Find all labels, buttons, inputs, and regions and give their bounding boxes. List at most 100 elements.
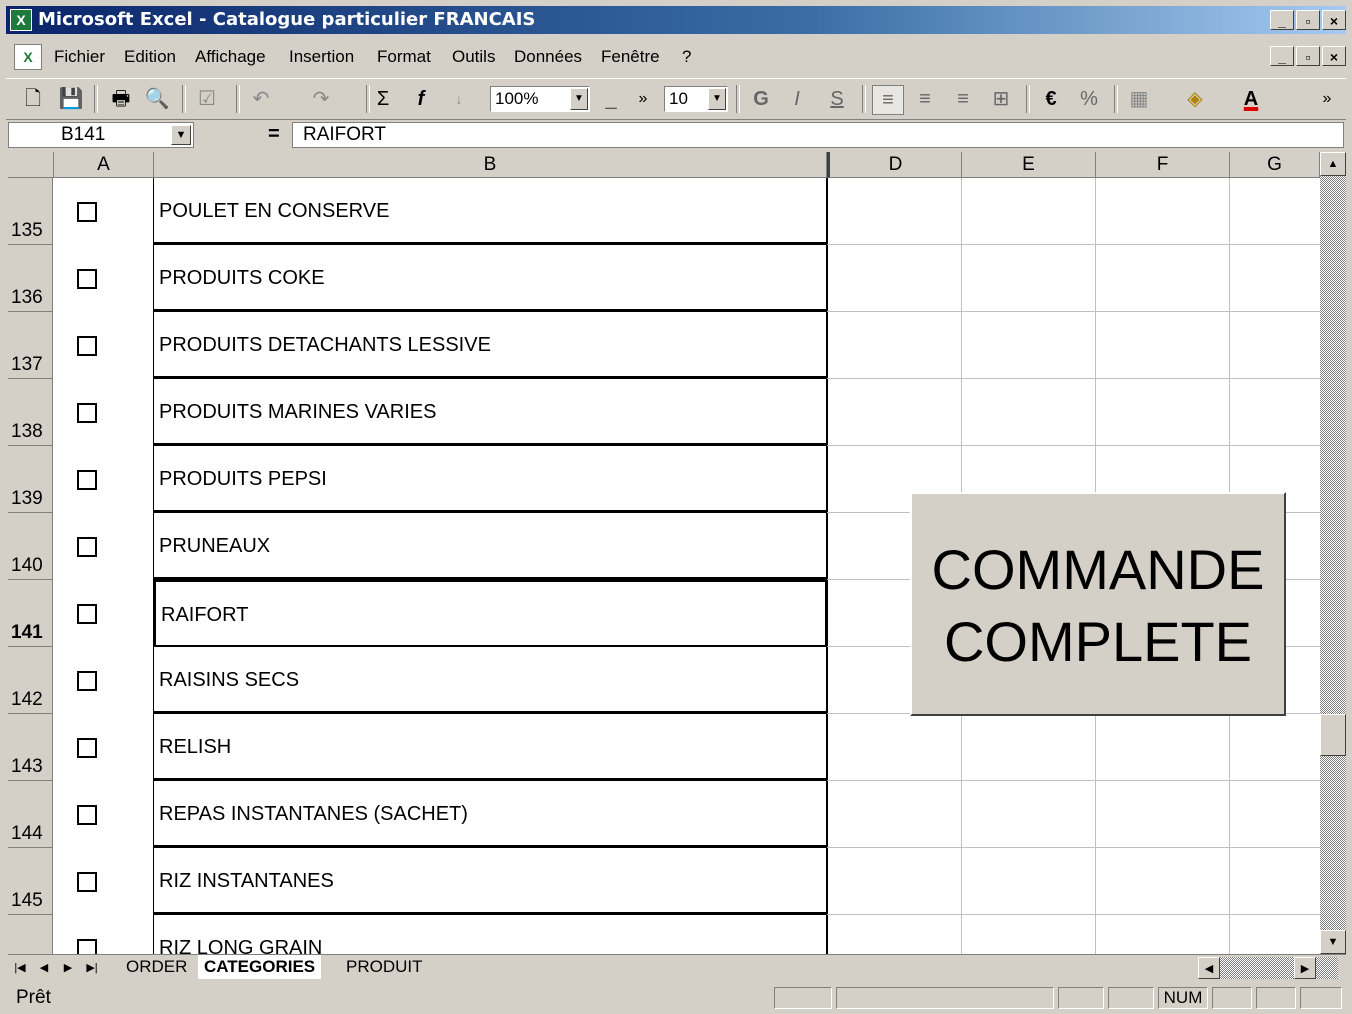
row-header[interactable]: 136	[8, 245, 53, 312]
order-checkbox[interactable]	[77, 872, 97, 892]
function-icon[interactable]: f	[406, 85, 436, 113]
menu-help[interactable]: ?	[682, 47, 691, 67]
last-sheet-icon[interactable]: ▶|	[82, 959, 102, 977]
excel-app-icon[interactable]: X	[10, 9, 32, 31]
align-right-icon[interactable]: ≡	[948, 85, 978, 113]
order-checkbox[interactable]	[77, 604, 97, 624]
category-cell[interactable]: RAISINS SECS	[154, 647, 827, 714]
euro-icon[interactable]: €	[1036, 85, 1066, 113]
tab-categories[interactable]: CATEGORIES	[198, 955, 322, 979]
menu-fichier[interactable]: Fichier	[54, 47, 105, 67]
fill-color-icon[interactable]: ◈	[1180, 85, 1210, 113]
column-header-b[interactable]: B	[154, 152, 827, 178]
menu-outils[interactable]: Outils	[452, 47, 495, 67]
order-checkbox[interactable]	[77, 336, 97, 356]
column-header-d[interactable]: D	[827, 152, 962, 178]
row-header[interactable]	[8, 915, 53, 954]
align-center-icon[interactable]: ≡	[910, 85, 940, 113]
formula-equals[interactable]: =	[268, 123, 280, 146]
doc-restore-button[interactable]: ▫	[1296, 46, 1320, 66]
scroll-right-icon[interactable]: ▶	[1294, 957, 1316, 979]
prev-sheet-icon[interactable]: ◀	[34, 959, 54, 977]
draw-line-icon[interactable]: _	[596, 85, 626, 113]
spelling-icon[interactable]: ☑	[192, 85, 222, 113]
category-cell[interactable]: PRODUITS COKE	[154, 245, 827, 312]
category-cell[interactable]: PRUNEAUX	[154, 513, 827, 580]
category-cell[interactable]: PRODUITS PEPSI	[154, 446, 827, 513]
menu-fenetre[interactable]: Fenêtre	[601, 47, 660, 67]
menu-donnees[interactable]: Données	[514, 47, 582, 67]
chevron-down-icon[interactable]: ▼	[708, 88, 726, 110]
row-header[interactable]: 142	[8, 647, 53, 714]
worksheet-grid[interactable]: A B D E F G 135 POULET EN CONSERVE 136 PROD…	[8, 152, 1320, 954]
category-cell[interactable]: RELISH	[154, 714, 827, 781]
category-cell[interactable]: REPAS INSTANTANES (SACHET)	[154, 781, 827, 848]
autosum-icon[interactable]: Σ	[368, 85, 398, 113]
commande-complete-button[interactable]: COMMANDE COMPLETE	[910, 492, 1286, 716]
menu-insertion[interactable]: Insertion	[289, 47, 354, 67]
undo-icon[interactable]: ↶	[246, 85, 276, 113]
borders-icon[interactable]: ▦	[1124, 85, 1154, 113]
order-checkbox[interactable]	[77, 805, 97, 825]
italic-icon[interactable]: I	[782, 85, 812, 113]
new-icon[interactable]: 🗋	[18, 85, 48, 113]
scroll-down-icon[interactable]: ▼	[1320, 930, 1346, 954]
first-sheet-icon[interactable]: |◀	[10, 959, 30, 977]
row-header[interactable]: 138	[8, 379, 53, 446]
tab-order[interactable]: ORDER	[120, 955, 193, 979]
category-cell[interactable]: POULET EN CONSERVE	[154, 178, 827, 245]
next-sheet-icon[interactable]: ▶	[58, 959, 78, 977]
category-cell[interactable]: PRODUITS MARINES VARIES	[154, 379, 827, 446]
order-checkbox[interactable]	[77, 470, 97, 490]
maximize-button[interactable]: ▫	[1296, 10, 1320, 30]
align-left-icon[interactable]: ≡	[872, 85, 904, 115]
bold-icon[interactable]: G	[746, 85, 776, 113]
column-header-a[interactable]: A	[54, 152, 154, 178]
redo-icon[interactable]: ↷	[306, 85, 336, 113]
name-box[interactable]: B141 ▼	[8, 122, 194, 148]
row-header[interactable]: 143	[8, 714, 53, 781]
category-cell[interactable]: RIZ LONG GRAIN	[154, 915, 827, 954]
minimize-button[interactable]: _	[1270, 10, 1294, 30]
row-header[interactable]: 140	[8, 513, 53, 580]
formula-input[interactable]: RAIFORT	[292, 122, 1344, 148]
scroll-thumb[interactable]	[1320, 714, 1346, 756]
chevron-down-icon[interactable]: ▼	[570, 88, 588, 110]
zoom-select[interactable]: 100% ▼	[490, 86, 590, 112]
row-header[interactable]: 137	[8, 312, 53, 379]
more-buttons-icon[interactable]: »	[1312, 85, 1342, 113]
order-checkbox[interactable]	[77, 403, 97, 423]
merge-center-icon[interactable]: ⊞	[986, 85, 1016, 113]
doc-minimize-button[interactable]: _	[1270, 46, 1294, 66]
category-cell[interactable]: PRODUITS DETACHANTS LESSIVE	[154, 312, 827, 379]
font-size-select[interactable]: 10 ▼	[664, 86, 728, 112]
order-checkbox[interactable]	[77, 738, 97, 758]
column-header-e[interactable]: E	[962, 152, 1096, 178]
category-cell[interactable]: RIZ INSTANTANES	[154, 848, 827, 915]
font-color-icon[interactable]: A	[1236, 85, 1266, 113]
row-header[interactable]: 139	[8, 446, 53, 513]
order-checkbox[interactable]	[77, 671, 97, 691]
save-icon[interactable]: 💾	[56, 85, 86, 113]
column-header-g[interactable]: G	[1230, 152, 1320, 178]
scroll-up-icon[interactable]: ▲	[1320, 152, 1346, 176]
select-all-corner[interactable]	[8, 152, 54, 178]
scroll-left-icon[interactable]: ◀	[1198, 957, 1220, 979]
row-header[interactable]: 135	[8, 178, 53, 245]
row-header[interactable]: 141	[8, 580, 53, 647]
column-header-f[interactable]: F	[1096, 152, 1230, 178]
order-checkbox[interactable]	[77, 537, 97, 557]
order-checkbox[interactable]	[77, 269, 97, 289]
tab-produit[interactable]: PRODUIT	[340, 955, 429, 979]
menu-affichage[interactable]: Affichage	[195, 47, 266, 67]
order-checkbox[interactable]	[77, 202, 97, 222]
underline-icon[interactable]: S	[822, 85, 852, 113]
horizontal-scrollbar[interactable]: ◀ ▶	[1198, 957, 1338, 979]
print-preview-icon[interactable]: 🔍	[142, 85, 172, 113]
order-checkbox[interactable]	[77, 939, 97, 954]
doc-close-button[interactable]: ×	[1322, 46, 1346, 66]
percent-icon[interactable]: %	[1074, 85, 1104, 113]
vertical-scrollbar[interactable]: ▲ ▼	[1320, 152, 1346, 954]
sort-icon[interactable]: ↓	[444, 85, 474, 113]
active-cell[interactable]: RAIFORT	[154, 580, 827, 647]
